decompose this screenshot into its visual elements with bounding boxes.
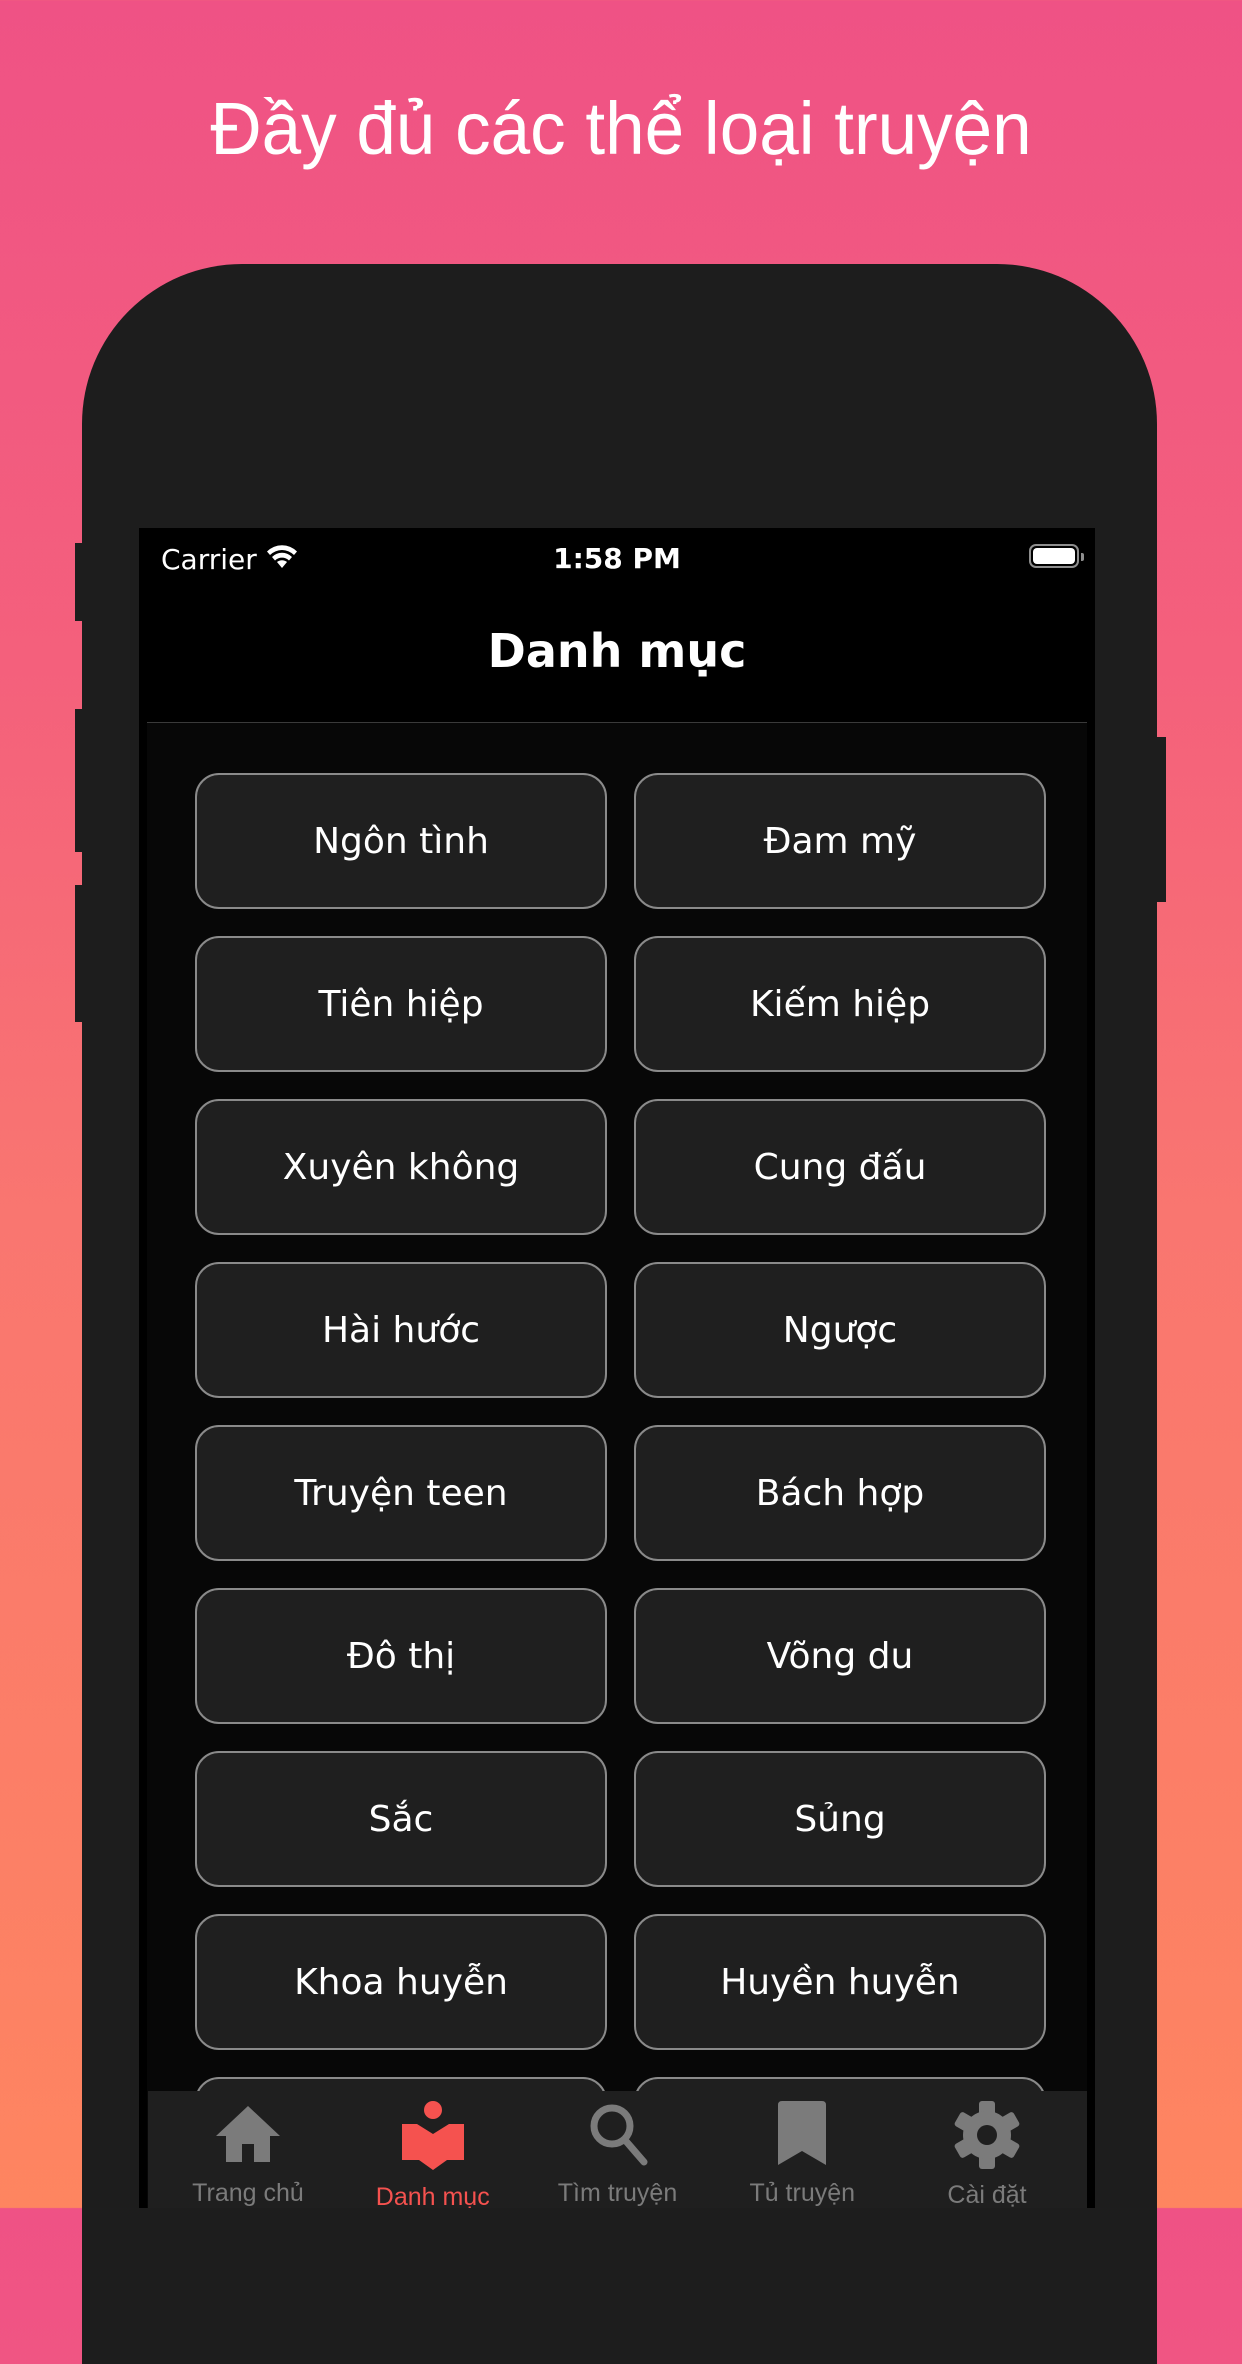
tab-bar: Trang chủ Danh mục Tìm truyện Tủ truyện …: [148, 2091, 1087, 2208]
category-button[interactable]: Đam mỹ: [634, 773, 1046, 909]
category-button[interactable]: Sủng: [634, 1751, 1046, 1887]
status-bar: Carrier 1:58 PM: [139, 528, 1095, 588]
battery-full-icon: [1029, 544, 1084, 568]
category-list[interactable]: Ngôn tình Đam mỹ Tiên hiệp Kiếm hiệp Xuy…: [147, 723, 1087, 2208]
category-grid: Ngôn tình Đam mỹ Tiên hiệp Kiếm hiệp Xuy…: [195, 773, 1047, 2208]
tab-home[interactable]: Trang chủ: [158, 2091, 338, 2208]
category-button[interactable]: Đô thị: [195, 1588, 607, 1724]
battery-tip: [1081, 553, 1084, 561]
category-button[interactable]: Ngôn tình: [195, 773, 607, 909]
status-time: 1:58 PM: [553, 542, 681, 575]
tab-label: Danh mục: [375, 2183, 490, 2208]
tab-label: Tìm truyện: [557, 2179, 678, 2207]
category-button[interactable]: Truyện teen: [195, 1425, 607, 1561]
tab-library[interactable]: Tủ truyện: [712, 2091, 892, 2208]
category-button[interactable]: Sắc: [195, 1751, 607, 1887]
category-button[interactable]: Khoa huyễn: [195, 1914, 607, 2050]
tab-search[interactable]: Tìm truyện: [528, 2091, 708, 2208]
category-button[interactable]: Hài hước: [195, 1262, 607, 1398]
category-button[interactable]: Ngược: [634, 1262, 1046, 1398]
search-icon: [583, 2101, 653, 2167]
tab-settings[interactable]: Cài đặt: [897, 2091, 1077, 2208]
promo-headline: Đầy đủ các thể loại truyện: [210, 87, 1032, 170]
tab-label: Cài đặt: [947, 2181, 1027, 2208]
category-button[interactable]: Võng du: [634, 1588, 1046, 1724]
category-button[interactable]: Xuyên không: [195, 1099, 607, 1235]
gear-icon: [952, 2101, 1022, 2169]
phone-power-button: [1156, 737, 1166, 902]
category-button[interactable]: Bách hợp: [634, 1425, 1046, 1561]
tab-label: Tủ truyện: [749, 2179, 856, 2207]
bookmark-icon: [767, 2101, 837, 2167]
page-title: Danh mục: [487, 624, 747, 678]
category-button[interactable]: Kiếm hiệp: [634, 936, 1046, 1072]
tab-categories[interactable]: Danh mục: [343, 2091, 523, 2208]
book-reader-icon: [398, 2101, 468, 2171]
category-button[interactable]: Tiên hiệp: [195, 936, 607, 1072]
phone-screen: Carrier 1:58 PM Danh mục Ngôn tình Đam m…: [139, 528, 1095, 2208]
category-button[interactable]: Cung đấu: [634, 1099, 1046, 1235]
category-button[interactable]: Huyền huyễn: [634, 1914, 1046, 2050]
battery-level: [1033, 548, 1075, 564]
tab-label: Trang chủ: [192, 2179, 304, 2207]
home-icon: [213, 2101, 283, 2167]
